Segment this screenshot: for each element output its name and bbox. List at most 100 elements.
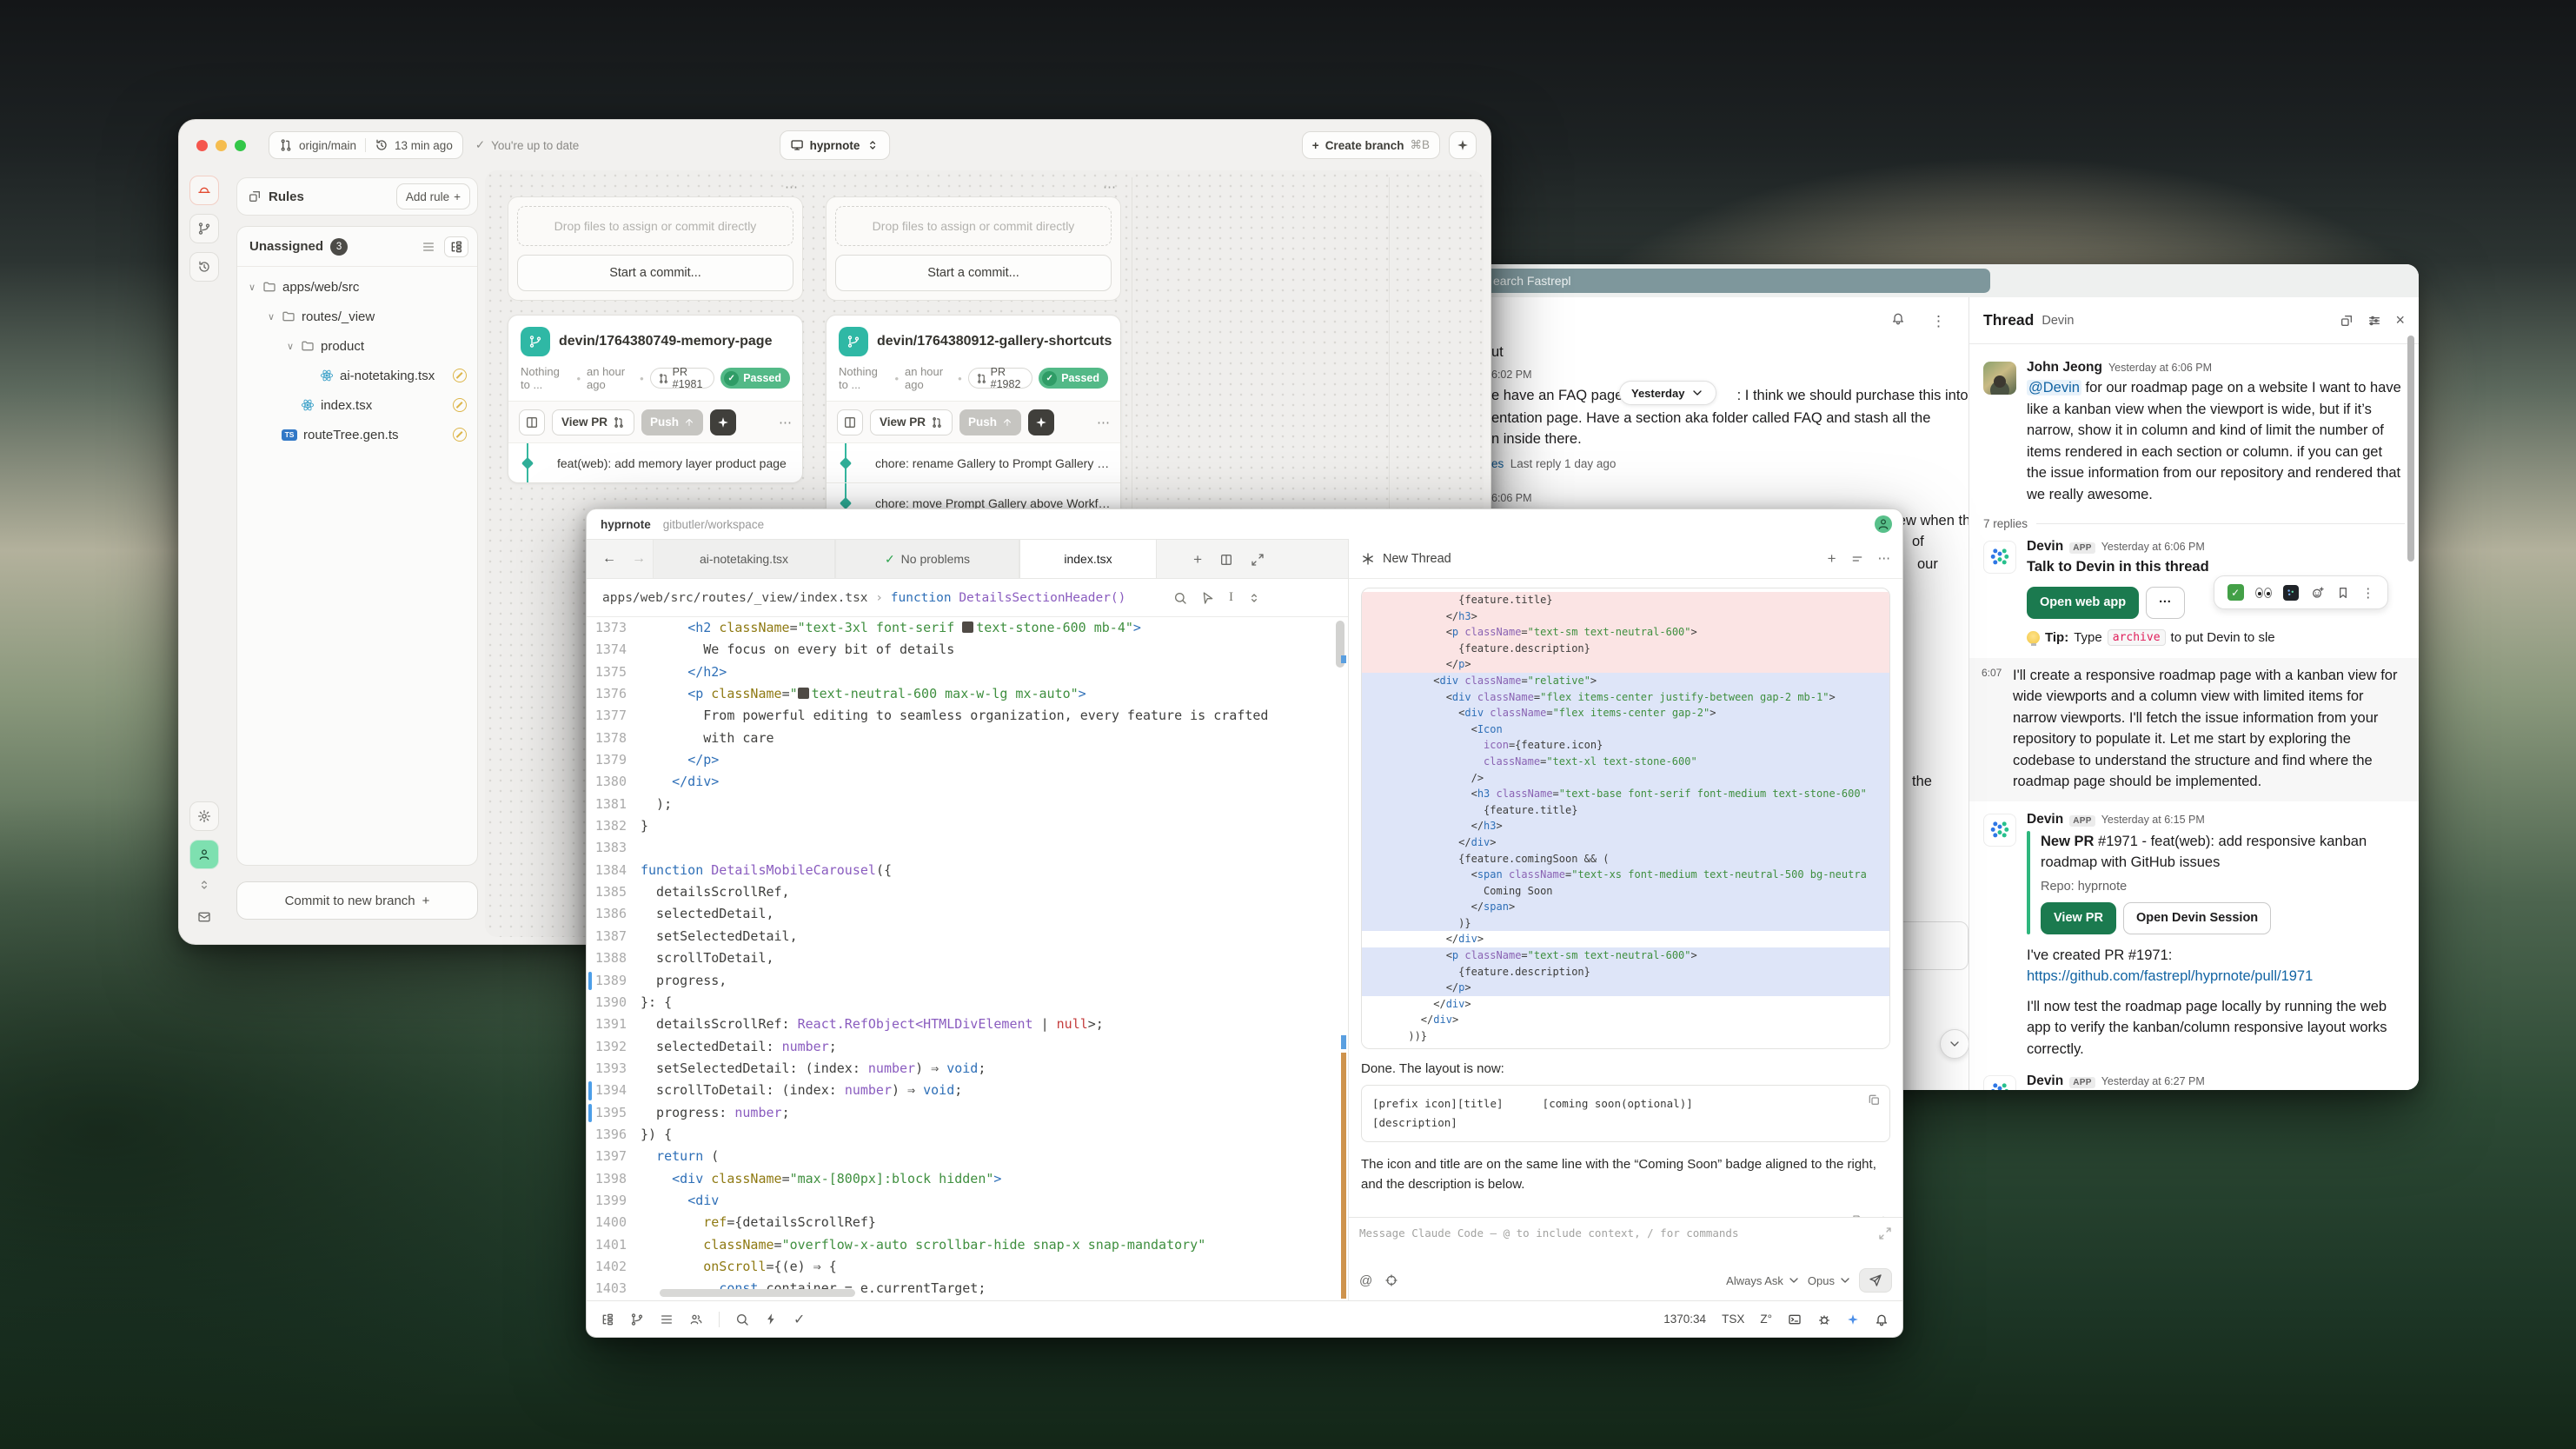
- project-switcher[interactable]: hyprnote: [780, 130, 891, 160]
- outline-icon[interactable]: [660, 1313, 674, 1326]
- branch-more-icon[interactable]: ⋯: [779, 415, 792, 430]
- view-pr-button[interactable]: View PR: [870, 409, 953, 435]
- avatar[interactable]: [1983, 362, 2016, 395]
- sort-icon[interactable]: [1247, 591, 1261, 605]
- tab-no-problems[interactable]: ✓No problems: [835, 540, 1019, 578]
- assign-review-button[interactable]: [837, 409, 863, 435]
- diagnostics-check-icon[interactable]: ✓: [793, 1311, 805, 1328]
- more-options-icon[interactable]: ⋮: [1931, 313, 1946, 330]
- window-controls[interactable]: [196, 140, 246, 151]
- view-pr-button[interactable]: View PR: [2041, 902, 2116, 934]
- language-mode[interactable]: TSX: [1722, 1313, 1744, 1326]
- cursor-position[interactable]: 1370:34: [1663, 1313, 1706, 1326]
- code-editor[interactable]: 1373 <h2 className="text-3xl font-serif …: [587, 617, 1348, 1300]
- assign-review-button[interactable]: [519, 409, 545, 435]
- message-time[interactable]: Yesterday at 6:15 PM: [2101, 814, 2205, 826]
- branch-ai-button[interactable]: [1028, 409, 1054, 435]
- history-nav-icon[interactable]: [189, 252, 219, 282]
- pr-chip[interactable]: PR #1981: [650, 368, 715, 389]
- message-time[interactable]: Yesterday at 6:27 PM: [2101, 1075, 2205, 1087]
- more-button[interactable]: ···: [2146, 587, 2185, 619]
- panel-more-icon[interactable]: ⋯: [1878, 552, 1891, 566]
- insert-mode-icon[interactable]: I: [1229, 590, 1233, 605]
- expand-composer-icon[interactable]: [1878, 1226, 1892, 1240]
- push-button[interactable]: Push: [641, 409, 703, 435]
- thread-list-icon[interactable]: [1850, 552, 1864, 566]
- search-icon[interactable]: [1173, 591, 1187, 605]
- tree-item-ai-notetaking-tsx[interactable]: ai-notetaking.tsx: [237, 361, 477, 390]
- view-pr-button[interactable]: View PR: [552, 409, 634, 435]
- bell-icon[interactable]: [1891, 311, 1905, 325]
- user-avatar[interactable]: [189, 840, 219, 869]
- mention[interactable]: @Devin: [2027, 380, 2081, 395]
- settings-icon[interactable]: [189, 801, 219, 831]
- branches-nav-icon[interactable]: [189, 214, 219, 243]
- push-button[interactable]: Push: [959, 409, 1021, 435]
- permission-mode-select[interactable]: Always Ask: [1726, 1273, 1796, 1287]
- git-branch-icon[interactable]: [630, 1313, 644, 1326]
- ci-status-badge[interactable]: ✓Passed: [1039, 368, 1108, 389]
- nav-forward-icon[interactable]: →: [632, 551, 646, 567]
- devin-avatar[interactable]: [1983, 814, 2016, 847]
- message-time[interactable]: Yesterday at 6:06 PM: [2108, 362, 2212, 374]
- new-thread-icon[interactable]: +: [1828, 550, 1836, 568]
- base-branch-chip[interactable]: origin/main 13 min ago: [269, 131, 463, 159]
- tree-item-index-tsx[interactable]: index.tsx: [237, 390, 477, 420]
- devin-avatar[interactable]: [1983, 541, 2016, 574]
- start-commit-button[interactable]: Start a commit...: [517, 255, 793, 291]
- start-commit-button[interactable]: Start a commit...: [835, 255, 1112, 291]
- devin-avatar[interactable]: [1983, 1075, 2016, 1090]
- gitbutler-logo-icon[interactable]: [189, 176, 219, 205]
- split-pane-icon[interactable]: [1219, 553, 1233, 567]
- ai-assistant-icon[interactable]: [1847, 1313, 1859, 1326]
- author-name[interactable]: Devin: [2027, 539, 2063, 555]
- tab-ai-notetaking[interactable]: ai-notetaking.tsx: [653, 540, 835, 578]
- eyes-emoji-reaction[interactable]: [2255, 588, 2272, 598]
- dropzone[interactable]: Drop files to assign or commit directly: [517, 206, 793, 246]
- occluded-reply-count[interactable]: es Last reply 1 day ago: [1491, 457, 1616, 470]
- claude-conversation[interactable]: {feature.title} </h3> <p className="text…: [1349, 579, 1902, 1217]
- pr-chip[interactable]: PR #1982: [968, 368, 1033, 389]
- send-button[interactable]: [1859, 1268, 1892, 1293]
- tab-index-tsx[interactable]: index.tsx: [1019, 540, 1157, 578]
- zed-indicator[interactable]: Z°: [1760, 1313, 1772, 1326]
- open-web-app-button[interactable]: Open web app: [2027, 587, 2139, 619]
- feedback-icon[interactable]: [189, 902, 219, 932]
- message-more-icon[interactable]: ⋮: [2361, 585, 2374, 601]
- author-name[interactable]: John Jeong: [2027, 360, 2102, 376]
- commit-row[interactable]: feat(web): add memory layer product page: [508, 442, 802, 482]
- branch-more-icon[interactable]: ⋯: [1097, 415, 1110, 430]
- add-reaction-icon[interactable]: [2311, 586, 2325, 600]
- message-time[interactable]: Yesterday at 6:06 PM: [2101, 541, 2205, 553]
- add-rule-button[interactable]: Add rule +: [396, 183, 470, 209]
- notifications-icon[interactable]: [1875, 1313, 1889, 1326]
- date-divider-pill[interactable]: Yesterday: [1619, 381, 1716, 405]
- branch-name[interactable]: devin/1764380912-gallery-shortcuts: [877, 334, 1112, 349]
- expand-pane-icon[interactable]: [1251, 553, 1265, 567]
- collab-icon[interactable]: [689, 1313, 703, 1326]
- debug-icon[interactable]: [1817, 1313, 1831, 1326]
- tree-item-routetree-gen-ts[interactable]: TSrouteTree.gen.ts: [237, 420, 477, 449]
- collapse-chevrons-icon[interactable]: [197, 878, 211, 894]
- cursor-icon[interactable]: [1201, 591, 1215, 605]
- close-icon[interactable]: ×: [2395, 311, 2405, 329]
- open-devin-session-button[interactable]: Open Devin Session: [2123, 902, 2271, 934]
- ci-status-badge[interactable]: ✓Passed: [720, 368, 790, 389]
- tune-icon[interactable]: [2367, 314, 2381, 328]
- author-name[interactable]: Devin: [2027, 1073, 2063, 1089]
- terminal-icon[interactable]: [1788, 1313, 1802, 1326]
- panel-toggle-icon[interactable]: [601, 1313, 614, 1326]
- dropzone[interactable]: Drop files to assign or commit directly: [835, 206, 1112, 246]
- scroll-to-bottom-button[interactable]: [1940, 1029, 1969, 1059]
- thread-scrollbar[interactable]: [2407, 336, 2414, 562]
- editor-hscrollbar-thumb[interactable]: [660, 1289, 855, 1297]
- copy-icon[interactable]: [1867, 1093, 1881, 1107]
- list-view-toggle[interactable]: [416, 236, 441, 257]
- ai-actions-button[interactable]: [1449, 131, 1477, 159]
- popout-icon[interactable]: [2340, 314, 2354, 328]
- tree-view-toggle[interactable]: [444, 236, 468, 257]
- author-name[interactable]: Devin: [2027, 812, 2063, 828]
- new-tab-icon[interactable]: +: [1193, 551, 1202, 568]
- search-icon[interactable]: [735, 1313, 749, 1326]
- branch-ai-button[interactable]: [710, 409, 736, 435]
